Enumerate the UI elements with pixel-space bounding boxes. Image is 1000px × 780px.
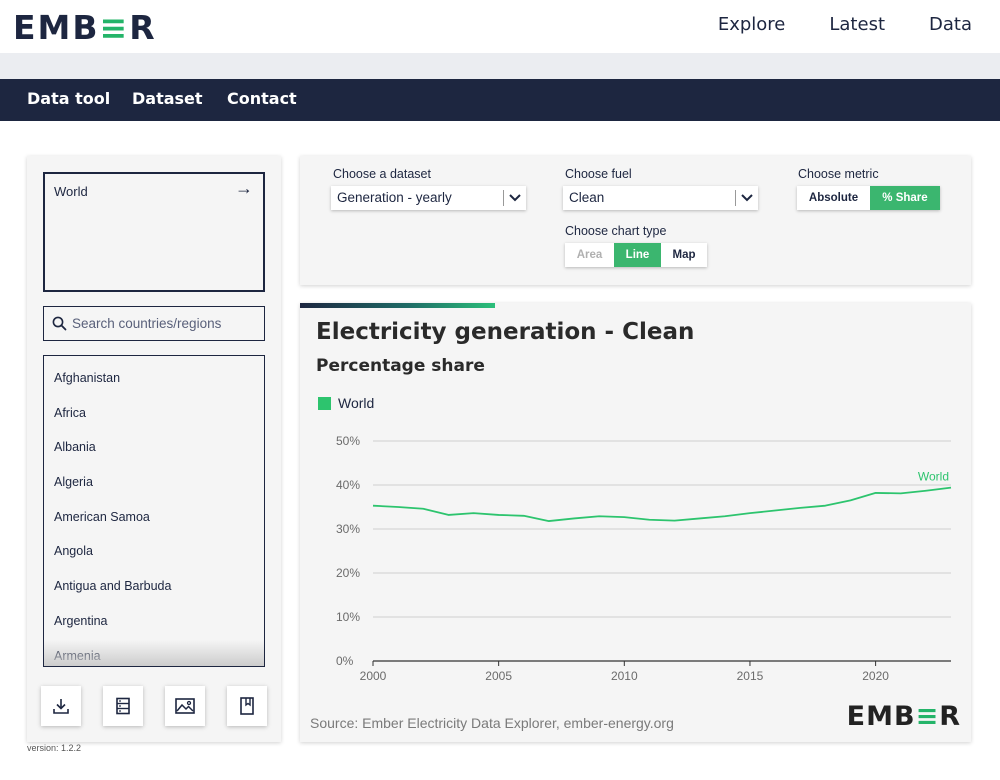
tool-buttons xyxy=(41,686,271,726)
fuel-label: Choose fuel xyxy=(565,167,632,181)
version-label: version: 1.2.2 xyxy=(27,743,82,753)
list-item[interactable]: Albania xyxy=(44,430,264,465)
x-tick-label: 2000 xyxy=(360,669,387,683)
list-item[interactable]: Algeria xyxy=(44,465,264,500)
chart-panel: Electricity generation - Clean Percentag… xyxy=(300,303,971,742)
arrow-right-icon[interactable]: → xyxy=(235,178,253,199)
image-export-button[interactable] xyxy=(165,686,205,726)
chevron-down-icon xyxy=(741,194,753,202)
nav-explore[interactable]: Explore xyxy=(718,14,786,35)
series-line-world xyxy=(372,486,952,522)
selected-region-label: World xyxy=(54,184,88,199)
chart-type-label: Choose chart type xyxy=(565,224,667,238)
region-sidebar: World → Afghanistan Africa Albania Alger… xyxy=(27,156,281,742)
ember-footer-logo: EMB≡R xyxy=(846,701,961,732)
metric-label: Choose metric xyxy=(798,167,879,181)
x-tick-label: 2020 xyxy=(862,669,889,683)
list-item[interactable]: Antigua and Barbuda xyxy=(44,569,264,604)
dataset-label: Choose a dataset xyxy=(333,167,431,181)
y-tick-label: 40% xyxy=(336,478,360,492)
list-item[interactable]: Angola xyxy=(44,534,264,569)
nav-contact[interactable]: Contact xyxy=(227,89,297,108)
selected-regions-box[interactable]: World → xyxy=(43,172,265,292)
download-button[interactable] xyxy=(41,686,81,726)
nav-dataset[interactable]: Dataset xyxy=(132,89,203,108)
nav-data[interactable]: Data xyxy=(929,14,972,35)
dropdown-separator xyxy=(735,190,736,206)
header-divider-band xyxy=(0,53,1000,79)
dataset-button[interactable] xyxy=(103,686,143,726)
dataset-dropdown[interactable]: Generation - yearly xyxy=(331,186,526,210)
metric-absolute-option[interactable]: Absolute xyxy=(797,186,870,210)
list-item[interactable]: Afghanistan xyxy=(44,361,264,396)
x-tick-label: 2015 xyxy=(737,669,764,683)
chevron-down-icon xyxy=(509,194,521,202)
fuel-selected-value: Clean xyxy=(569,190,605,205)
line-chart[interactable]: 0% 10% 20% 30% 40% 50% 2000 2005 2010 2015 2020 Wor… xyxy=(300,303,971,703)
x-tick-label: 2010 xyxy=(611,669,638,683)
bookmark-button[interactable] xyxy=(227,686,267,726)
list-item[interactable]: Armenia xyxy=(44,639,264,667)
chart-controls: Choose a dataset Generation - yearly Cho… xyxy=(300,156,971,285)
list-item[interactable]: American Samoa xyxy=(44,500,264,535)
list-item[interactable]: Argentina xyxy=(44,604,264,639)
chart-type-line-option[interactable]: Line xyxy=(614,243,661,267)
chart-type-toggle: Area Line Map xyxy=(565,243,707,267)
y-tick-label: 10% xyxy=(336,610,360,624)
dropdown-separator xyxy=(503,190,504,206)
list-item[interactable]: Africa xyxy=(44,396,264,431)
chart-source: Source: Ember Electricity Data Explorer,… xyxy=(310,715,674,731)
y-tick-label: 30% xyxy=(336,522,360,536)
chart-type-area-option[interactable]: Area xyxy=(565,243,614,267)
x-tick-label: 2005 xyxy=(485,669,512,683)
top-nav: Explore Latest Data xyxy=(702,14,1000,35)
search-input[interactable] xyxy=(72,307,262,340)
dataset-selected-value: Generation - yearly xyxy=(337,190,452,205)
y-tick-label: 0% xyxy=(336,654,354,668)
nav-data-tool[interactable]: Data tool xyxy=(27,89,110,108)
database-icon xyxy=(116,697,130,715)
search-icon xyxy=(52,316,67,331)
y-tick-label: 50% xyxy=(336,434,360,448)
chart-type-map-option[interactable]: Map xyxy=(661,243,707,267)
download-icon xyxy=(53,699,69,714)
image-icon xyxy=(175,698,195,714)
bookmark-icon xyxy=(240,697,254,715)
search-box xyxy=(43,306,265,341)
top-header: EMB≡R Explore Latest Data xyxy=(0,0,1000,53)
series-end-label: World xyxy=(918,470,949,484)
metric-share-option[interactable]: % Share xyxy=(870,186,940,210)
fuel-dropdown[interactable]: Clean xyxy=(563,186,758,210)
country-list[interactable]: Afghanistan Africa Albania Algeria Ameri… xyxy=(43,355,265,667)
ember-logo[interactable]: EMB≡R xyxy=(13,8,157,47)
metric-toggle: Absolute % Share xyxy=(797,186,940,210)
nav-latest[interactable]: Latest xyxy=(829,14,885,35)
sub-nav: Data tool Dataset Contact xyxy=(0,79,1000,121)
y-tick-label: 20% xyxy=(336,566,360,580)
